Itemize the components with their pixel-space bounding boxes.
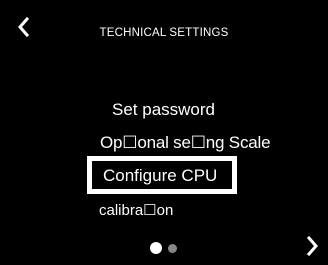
menu-item-configure-cpu[interactable]: Configure CPU [87, 156, 237, 194]
chevron-right-icon [306, 235, 318, 257]
page-dot-1[interactable] [150, 242, 162, 254]
page-dot-2[interactable] [168, 243, 177, 253]
menu-item-optional-setting-scale[interactable]: Op☐onal se☐ng Scale [100, 133, 271, 153]
page-title: TECHNICAL SETTINGS [99, 27, 229, 39]
next-button[interactable] [304, 235, 320, 257]
menu-item-calibration[interactable]: calibra☐on [99, 201, 173, 219]
menu-item-set-password[interactable]: Set password [112, 100, 215, 120]
page-indicator [150, 242, 177, 254]
